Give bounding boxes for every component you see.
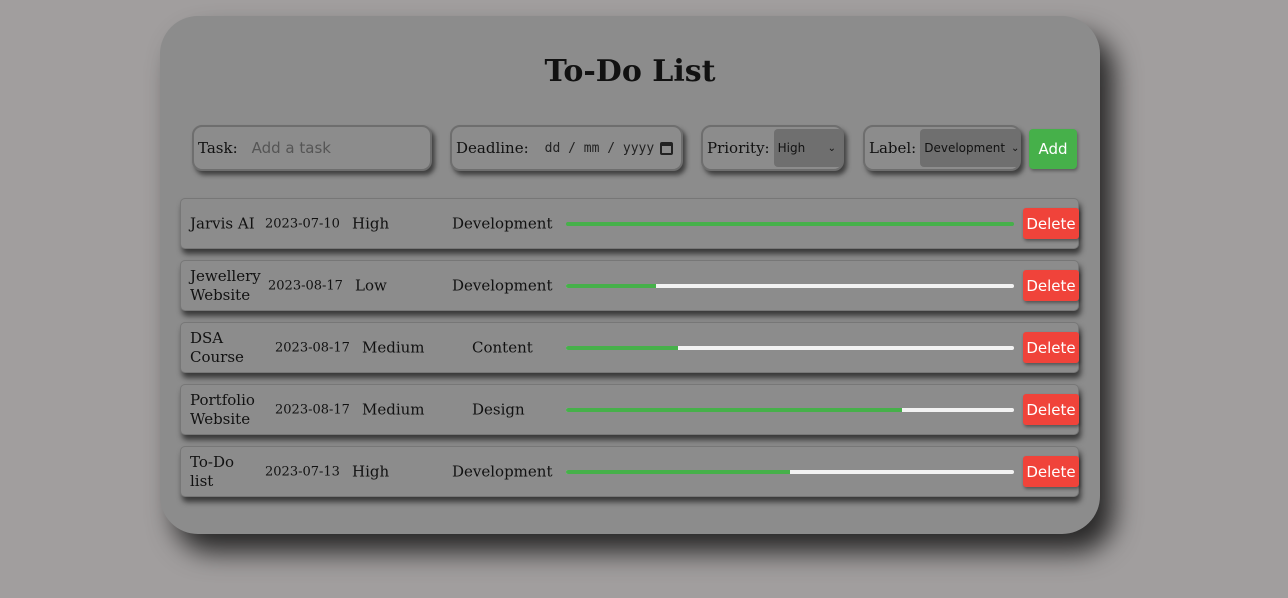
task-priority: Medium	[362, 338, 425, 356]
delete-button[interactable]: Delete	[1023, 456, 1079, 487]
task-date: 2023-08-17	[275, 402, 350, 417]
progress-bar[interactable]	[566, 470, 1014, 474]
task-name: DSA Course	[190, 328, 244, 366]
label-select[interactable]: Development ⌄	[920, 129, 1021, 167]
task-label-text: Development	[452, 276, 553, 294]
task-priority: Medium	[362, 400, 425, 418]
delete-button[interactable]: Delete	[1023, 332, 1079, 363]
progress-fill	[566, 284, 656, 288]
progress-bar[interactable]	[566, 284, 1014, 288]
task-name: Jewellery Website	[190, 266, 261, 304]
calendar-icon[interactable]	[660, 141, 674, 155]
task-name: Jarvis AI	[190, 214, 255, 232]
progress-fill	[566, 470, 790, 474]
task-date: 2023-07-10	[265, 216, 340, 231]
task-label-text: Development	[452, 214, 553, 232]
deadline-input[interactable]: dd / mm / yyyy	[545, 141, 674, 156]
progress-fill	[566, 222, 1014, 226]
delete-button[interactable]: Delete	[1023, 394, 1079, 425]
page-title: To-Do List	[544, 54, 716, 89]
delete-button[interactable]: Delete	[1023, 208, 1079, 239]
add-button[interactable]: Add	[1029, 129, 1077, 169]
chevron-down-icon: ⌄	[827, 142, 836, 154]
label-select-value: Development	[924, 141, 1006, 155]
task-label-text: Development	[452, 462, 553, 480]
priority-select[interactable]: High ⌄	[773, 129, 842, 167]
task-label: Task:	[198, 139, 238, 157]
deadline-field[interactable]: Deadline: dd / mm / yyyy	[450, 125, 683, 171]
priority-field: Priority: High ⌄	[701, 125, 844, 171]
deadline-label: Deadline:	[456, 139, 529, 157]
chevron-down-icon: ⌄	[1011, 142, 1020, 154]
task-row: DSA Course 2023-08-17 Medium Content Del…	[180, 322, 1079, 373]
todo-card: To-Do List Task: Add a task Deadline: dd…	[160, 16, 1100, 534]
task-row: Jewellery Website 2023-08-17 Low Develop…	[180, 260, 1079, 311]
label-label: Label:	[869, 139, 917, 157]
priority-label: Priority:	[707, 139, 770, 157]
task-row: To-Do list 2023-07-13 High Development D…	[180, 446, 1079, 497]
deadline-placeholder: dd / mm / yyyy	[544, 140, 655, 156]
task-name: Portfolio Website	[190, 390, 255, 428]
task-name: To-Do list	[190, 452, 234, 490]
task-label-text: Design	[472, 400, 525, 418]
task-priority: High	[352, 462, 390, 480]
task-date: 2023-08-17	[268, 278, 343, 293]
task-date: 2023-07-13	[265, 464, 340, 479]
task-date: 2023-08-17	[275, 340, 350, 355]
progress-fill	[566, 346, 678, 350]
task-input[interactable]: Add a task	[252, 139, 331, 157]
delete-button[interactable]: Delete	[1023, 270, 1079, 301]
task-priority: High	[352, 214, 390, 232]
progress-bar[interactable]	[566, 346, 1014, 350]
label-field: Label: Development ⌄	[863, 125, 1021, 171]
task-label-text: Content	[472, 338, 533, 356]
progress-bar[interactable]	[566, 408, 1014, 412]
task-priority: Low	[355, 276, 387, 294]
priority-select-value: High	[777, 141, 806, 155]
progress-fill	[566, 408, 902, 412]
task-row: Jarvis AI 2023-07-10 High Development De…	[180, 198, 1079, 249]
task-field[interactable]: Task: Add a task	[192, 125, 432, 171]
task-row: Portfolio Website 2023-08-17 Medium Desi…	[180, 384, 1079, 435]
progress-bar[interactable]	[566, 222, 1014, 226]
